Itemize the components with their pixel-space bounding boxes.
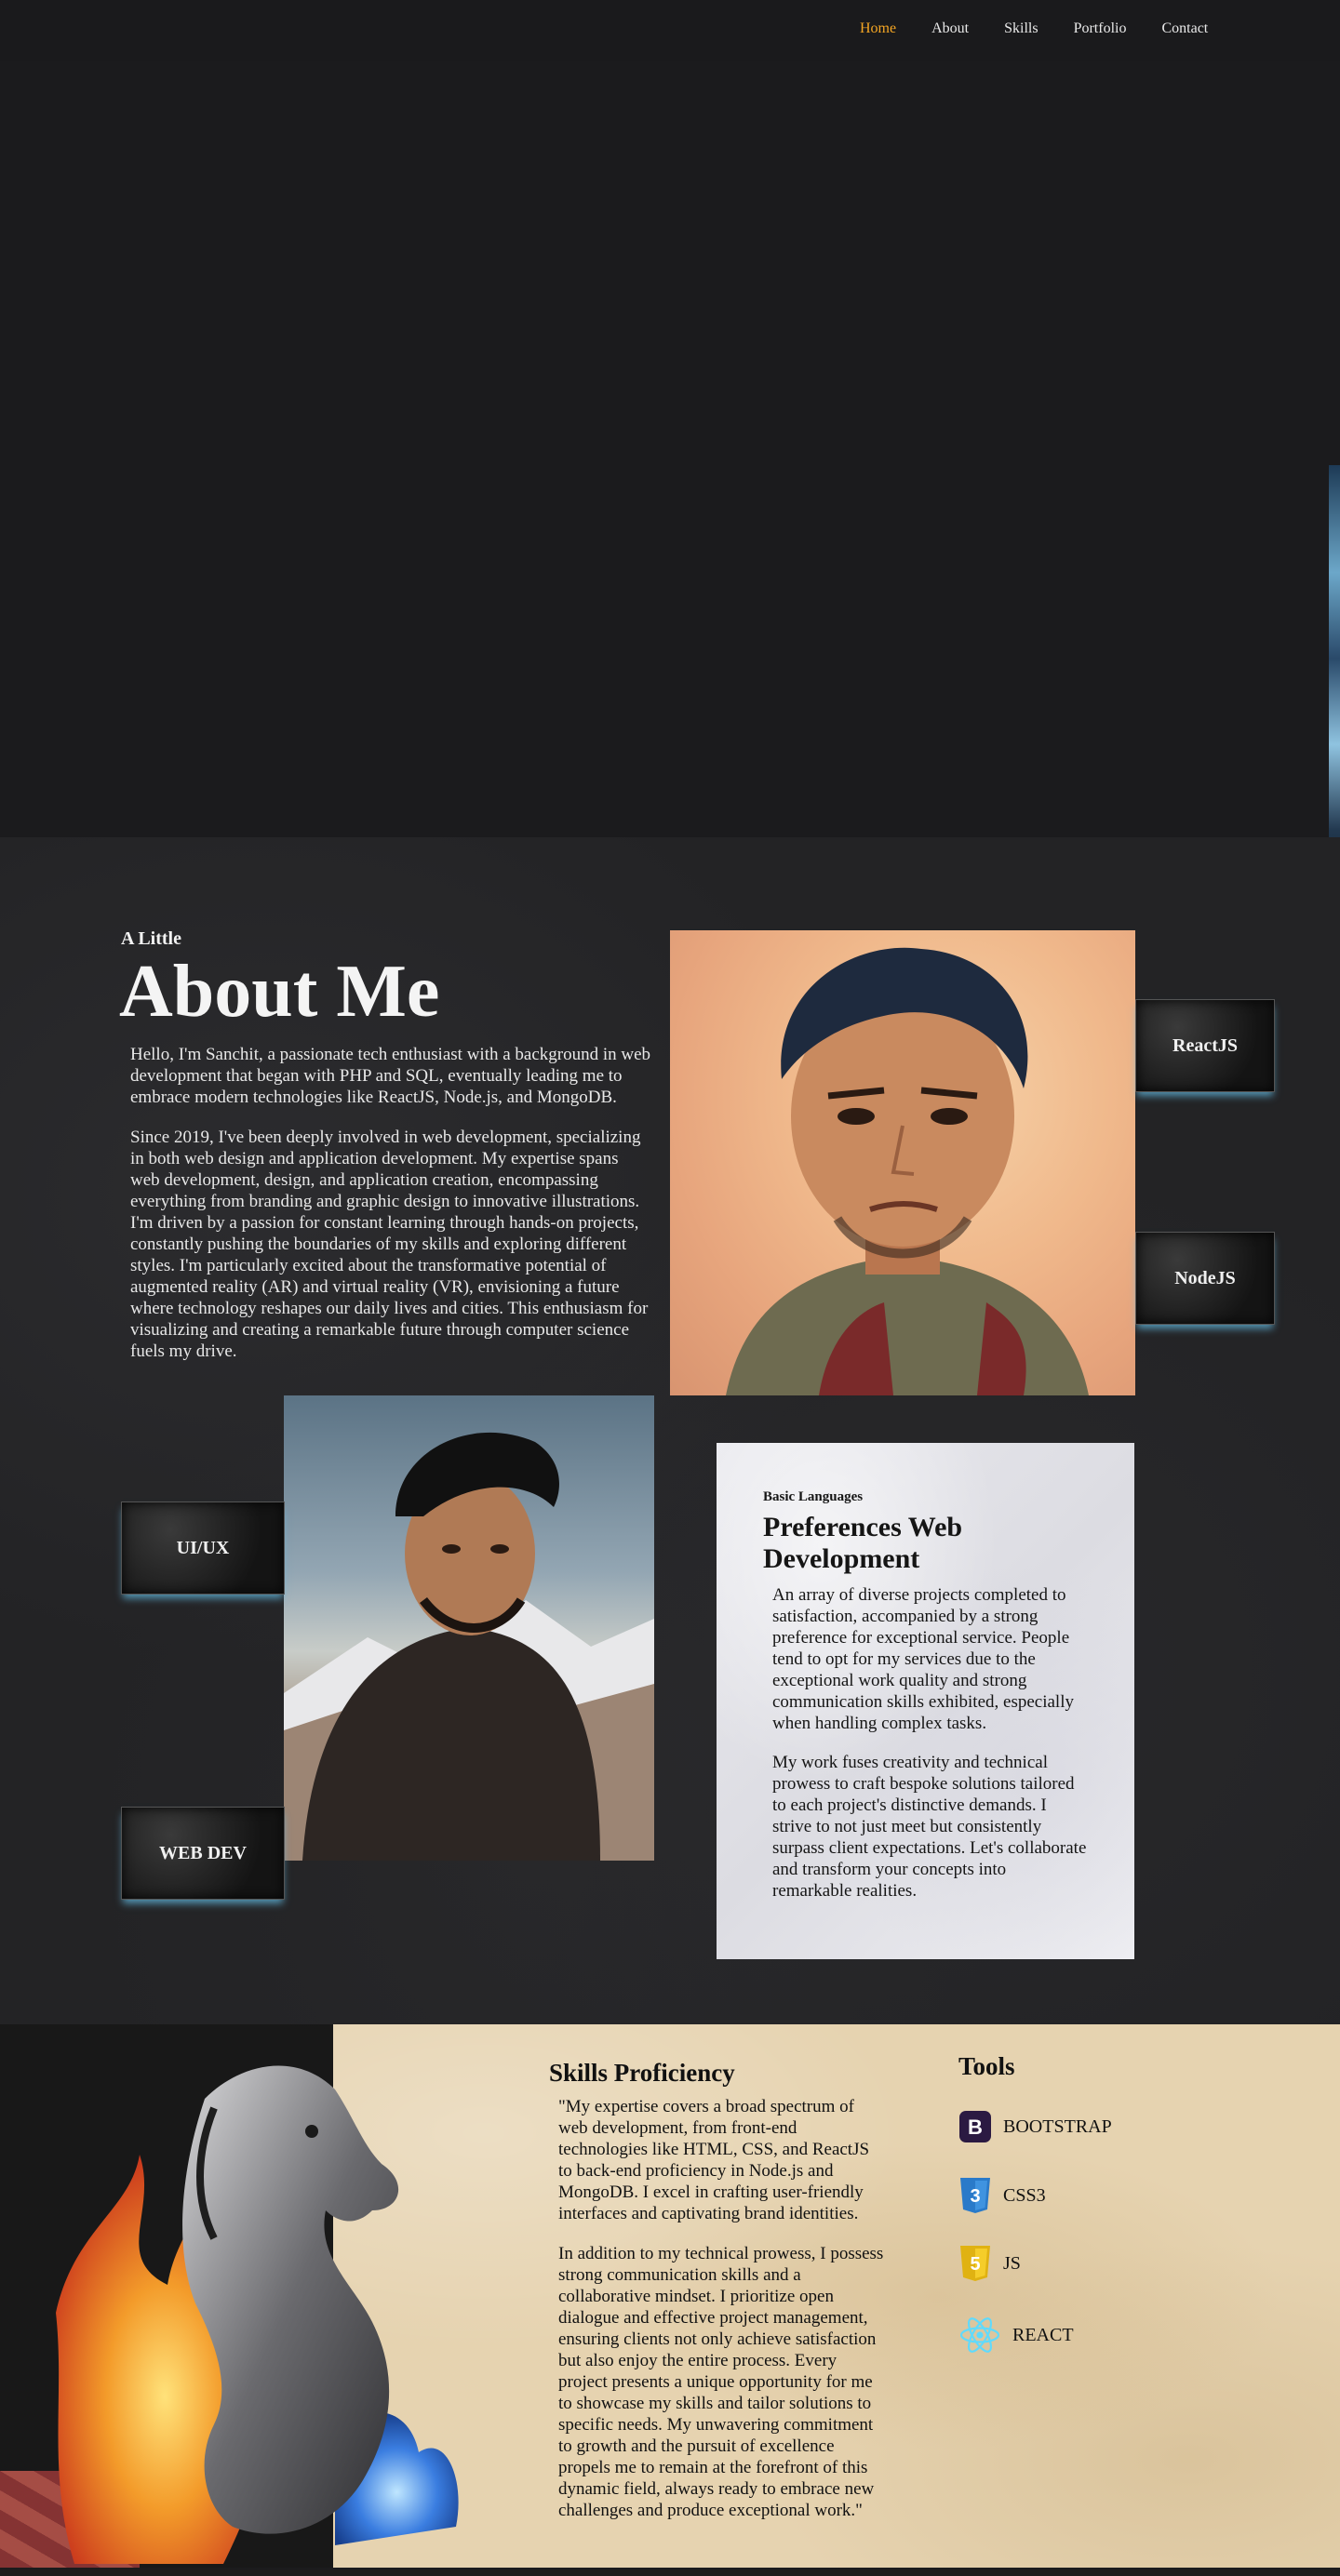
about-paragraph: Hello, I'm Sanchit, a passionate tech en… <box>130 1045 651 1107</box>
about-text: Hello, I'm Sanchit, a passionate tech en… <box>130 1044 651 1381</box>
portrait-illustration <box>726 947 1089 1395</box>
js-icon: 5 <box>958 2245 992 2282</box>
nav-links: Home About Skills Portfolio Contact <box>860 20 1243 37</box>
tool-label: BOOTSTRAP <box>1003 2116 1112 2137</box>
nav-item-skills[interactable]: Skills <box>1004 20 1038 37</box>
portrait-illustration <box>284 1432 654 1861</box>
tools-title: Tools <box>958 2052 1015 2080</box>
preferences-text: An array of diverse projects completed t… <box>772 1584 1089 1919</box>
skill-tag-uiux: UI/UX <box>121 1502 285 1595</box>
tool-item-react: REACT <box>958 2316 1074 2354</box>
skills-paragraph: "My expertise covers a broad spectrum of… <box>558 2097 870 2223</box>
tool-label: REACT <box>1012 2324 1074 2345</box>
skill-tag-reactjs: ReactJS <box>1135 999 1275 1092</box>
nav-item-contact[interactable]: Contact <box>1161 20 1208 37</box>
preferences-paragraph: An array of diverse projects completed t… <box>772 1585 1074 1733</box>
tool-item-bootstrap: B BOOTSTRAP <box>958 2108 1112 2145</box>
tool-item-js: 5 JS <box>958 2245 1021 2282</box>
nav-item-home[interactable]: Home <box>860 20 896 37</box>
skills-title: Skills Proficiency <box>549 2059 735 2087</box>
hero-section <box>0 61 1340 895</box>
about-paragraph: Since 2019, I've been deeply involved in… <box>130 1128 649 1361</box>
tool-label: CSS3 <box>1003 2184 1046 2206</box>
tool-label: JS <box>1003 2252 1021 2274</box>
chess-knight-illustration <box>56 2065 459 2564</box>
skills-paragraph: In addition to my technical prowess, I p… <box>558 2244 884 2520</box>
top-nav: Home About Skills Portfolio Contact <box>0 0 1340 61</box>
nav-item-portfolio[interactable]: Portfolio <box>1074 20 1127 37</box>
preferences-paragraph: My work fuses creativity and technical p… <box>772 1753 1087 1901</box>
tool-item-css3: 3 CSS3 <box>958 2177 1046 2214</box>
skill-tag-webdev: WEB DEV <box>121 1807 285 1900</box>
svg-text:5: 5 <box>970 2254 980 2275</box>
preferences-kicker: Basic Languages <box>763 1489 864 1504</box>
svg-text:3: 3 <box>970 2186 980 2207</box>
portrait-image-2 <box>284 1395 654 1861</box>
portrait-image-1 <box>670 930 1135 1395</box>
css3-icon: 3 <box>958 2177 992 2214</box>
bottom-bar <box>0 2568 1340 2576</box>
svg-text:B: B <box>968 2116 983 2139</box>
bootstrap-icon: B <box>958 2108 992 2145</box>
preferences-title: Preferences Web Development <box>763 1512 963 1574</box>
preferences-card: Basic Languages Preferences Web Developm… <box>717 1443 1134 1959</box>
about-kicker: A Little <box>121 928 181 949</box>
skill-tag-nodejs: NodeJS <box>1135 1232 1275 1325</box>
hero-image-edge <box>1329 465 1340 895</box>
nav-item-about[interactable]: About <box>931 20 969 37</box>
about-title: About Me <box>119 951 440 1033</box>
skills-text: "My expertise covers a broad spectrum of… <box>558 2096 884 2540</box>
react-icon <box>958 2316 1001 2354</box>
